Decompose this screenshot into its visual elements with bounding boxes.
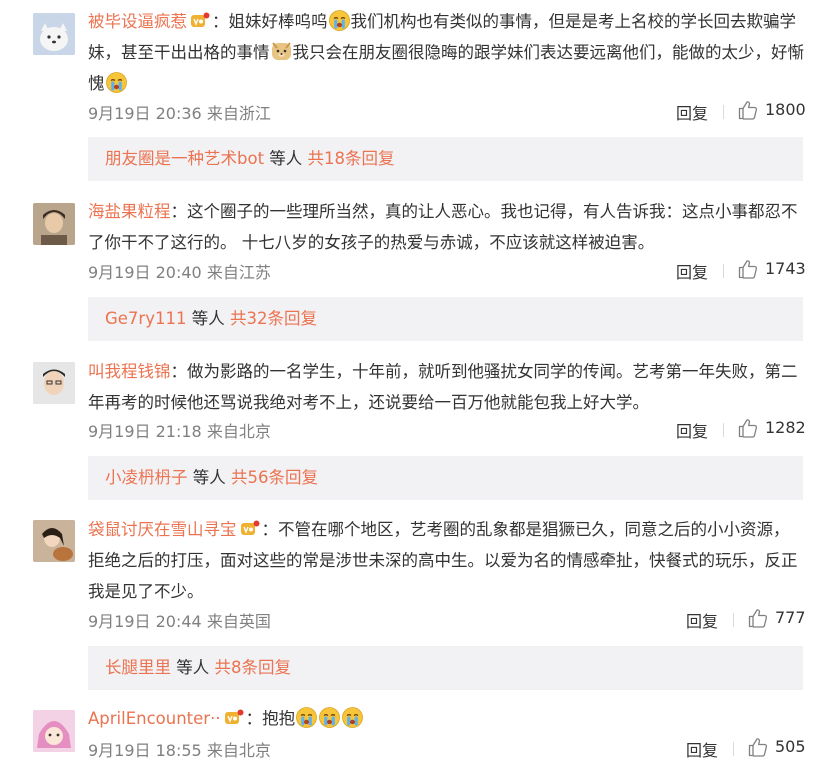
sub-reply-text: 等人 xyxy=(264,149,308,168)
sub-reply-box[interactable]: 长腿里里 等人 共8条回复 xyxy=(88,646,803,690)
vip-icon xyxy=(190,12,210,28)
comment-text: 叫我程钱锦：做为影路的一名学生，十年前，就听到他骚扰女同学的传闻。艺考第一年失败… xyxy=(88,356,804,418)
comment-text: 被毕设逼疯惹 ：姐妹好棒呜呜 我们机构也有类似的事情，但是是考上名校的学长回去欺骗学… xyxy=(88,6,804,99)
sub-reply-text: 等人 xyxy=(187,468,231,487)
comment-text-segment: ：这个圈子的一些理所当然，真的让人恶心。我也记得，有人告诉我：这点小事都忍不了你… xyxy=(88,202,798,252)
comment-time: 9月19日 20:36 来自浙江 xyxy=(88,104,271,123)
comment-meta: 9月19日 21:18 来自北京 回复 1282 xyxy=(88,418,806,442)
comment-time: 9月19日 18:55 来自北京 xyxy=(88,741,271,760)
reply-button[interactable]: 回复 xyxy=(686,737,718,761)
thumbs-up-icon xyxy=(738,101,758,120)
view-replies-link[interactable]: 共32条回复 xyxy=(230,309,317,328)
comment-body: 袋鼠讨厌在雪山寻宝 ：不管在哪个地区，艺考圈的乱象都是猖獗已久，同意之后的小小资源… xyxy=(88,514,804,607)
sub-reply-box[interactable]: 朋友圈是一种艺术bot 等人 共18条回复 xyxy=(88,137,803,181)
vip-icon xyxy=(223,709,244,725)
comment-meta: 9月19日 20:44 来自英国 回复 777 xyxy=(88,608,806,632)
sub-reply-text: 等人 xyxy=(186,309,230,328)
comment-body: AprilEncounter·· ：抱抱 xyxy=(88,703,804,734)
comment-text: 袋鼠讨厌在雪山寻宝 ：不管在哪个地区，艺考圈的乱象都是猖獗已久，同意之后的小小资源… xyxy=(88,514,804,607)
like-count: 1743 xyxy=(765,259,806,278)
view-replies-link[interactable]: 共18条回复 xyxy=(308,149,395,168)
comment-text-segment: ：姐妹好棒呜呜 xyxy=(212,12,328,31)
thumbs-up-icon xyxy=(738,419,758,438)
sub-reply-user[interactable]: 小凌枬枬子 xyxy=(105,468,188,487)
divider xyxy=(723,264,724,278)
cry-emoji-icon xyxy=(105,72,127,93)
divider xyxy=(723,423,724,437)
comment-meta: 9月19日 20:40 来自江苏 回复 1743 xyxy=(88,259,806,283)
avatar[interactable] xyxy=(33,362,75,404)
like-count: 1282 xyxy=(765,418,806,437)
divider xyxy=(733,742,734,756)
doge-emoji-icon xyxy=(270,42,292,61)
cry-emoji-icon xyxy=(319,707,341,728)
comment-meta: 9月19日 20:36 来自浙江 回复 1800 xyxy=(88,100,806,124)
cry-emoji-icon xyxy=(296,707,318,728)
sub-reply-box[interactable]: Ge7ry111 等人 共32条回复 xyxy=(88,297,803,341)
comment-text: 海盐果粒程：这个圈子的一些理所当然，真的让人恶心。我也记得，有人告诉我：这点小事… xyxy=(88,196,804,258)
thumbs-up-icon xyxy=(748,609,768,628)
comment-username[interactable]: 海盐果粒程 xyxy=(88,202,171,221)
sub-reply-user[interactable]: Ge7ry111 xyxy=(105,309,186,328)
comment-text-segment: ：抱抱 xyxy=(245,709,296,728)
sub-reply-box[interactable]: 小凌枬枬子 等人 共56条回复 xyxy=(88,456,803,500)
like-count: 1800 xyxy=(765,100,806,119)
comment-body: 被毕设逼疯惹 ：姐妹好棒呜呜 我们机构也有类似的事情，但是是考上名校的学长回去欺骗学… xyxy=(88,6,804,99)
comment-body: 叫我程钱锦：做为影路的一名学生，十年前，就听到他骚扰女同学的传闻。艺考第一年失败… xyxy=(88,356,804,418)
comment-username[interactable]: 袋鼠讨厌在雪山寻宝 xyxy=(88,520,237,539)
view-replies-link[interactable]: 共8条回复 xyxy=(215,658,292,677)
vip-icon xyxy=(239,520,260,536)
comment-body: 海盐果粒程：这个圈子的一些理所当然，真的让人恶心。我也记得，有人告诉我：这点小事… xyxy=(88,196,804,258)
cry-emoji-icon xyxy=(328,10,350,31)
comment-username[interactable]: AprilEncounter·· xyxy=(88,709,221,728)
divider xyxy=(733,613,734,627)
comment-username[interactable]: 被毕设逼疯惹 xyxy=(88,12,187,31)
comment-time: 9月19日 20:44 来自英国 xyxy=(88,612,271,631)
comment-time: 9月19日 20:40 来自江苏 xyxy=(88,263,271,282)
comment-username[interactable]: 叫我程钱锦 xyxy=(88,362,171,381)
comment-text: AprilEncounter·· ：抱抱 xyxy=(88,703,804,734)
view-replies-link[interactable]: 共56条回复 xyxy=(231,468,318,487)
sub-reply-text: 等人 xyxy=(171,658,215,677)
sub-reply-user[interactable]: 长腿里里 xyxy=(105,658,171,677)
like-count: 777 xyxy=(775,608,806,627)
sub-reply-user[interactable]: 朋友圈是一种艺术bot xyxy=(105,149,264,168)
avatar[interactable] xyxy=(33,13,75,55)
like-count: 505 xyxy=(775,737,806,756)
thumbs-up-icon xyxy=(748,738,768,757)
reply-button[interactable]: 回复 xyxy=(676,259,708,283)
comment-meta: 9月19日 18:55 来自北京 回复 505 xyxy=(88,737,806,761)
divider xyxy=(723,105,724,119)
avatar[interactable] xyxy=(33,710,75,752)
thumbs-up-icon xyxy=(738,260,758,279)
comment-text-segment: ：做为影路的一名学生，十年前，就听到他骚扰女同学的传闻。艺考第一年失败，第二年再… xyxy=(88,362,798,412)
reply-button[interactable]: 回复 xyxy=(676,100,708,124)
avatar[interactable] xyxy=(33,203,75,245)
reply-button[interactable]: 回复 xyxy=(686,608,718,632)
cry-emoji-icon xyxy=(342,707,364,728)
avatar[interactable] xyxy=(33,520,75,562)
comment-time: 9月19日 21:18 来自北京 xyxy=(88,422,271,441)
reply-button[interactable]: 回复 xyxy=(676,418,708,442)
